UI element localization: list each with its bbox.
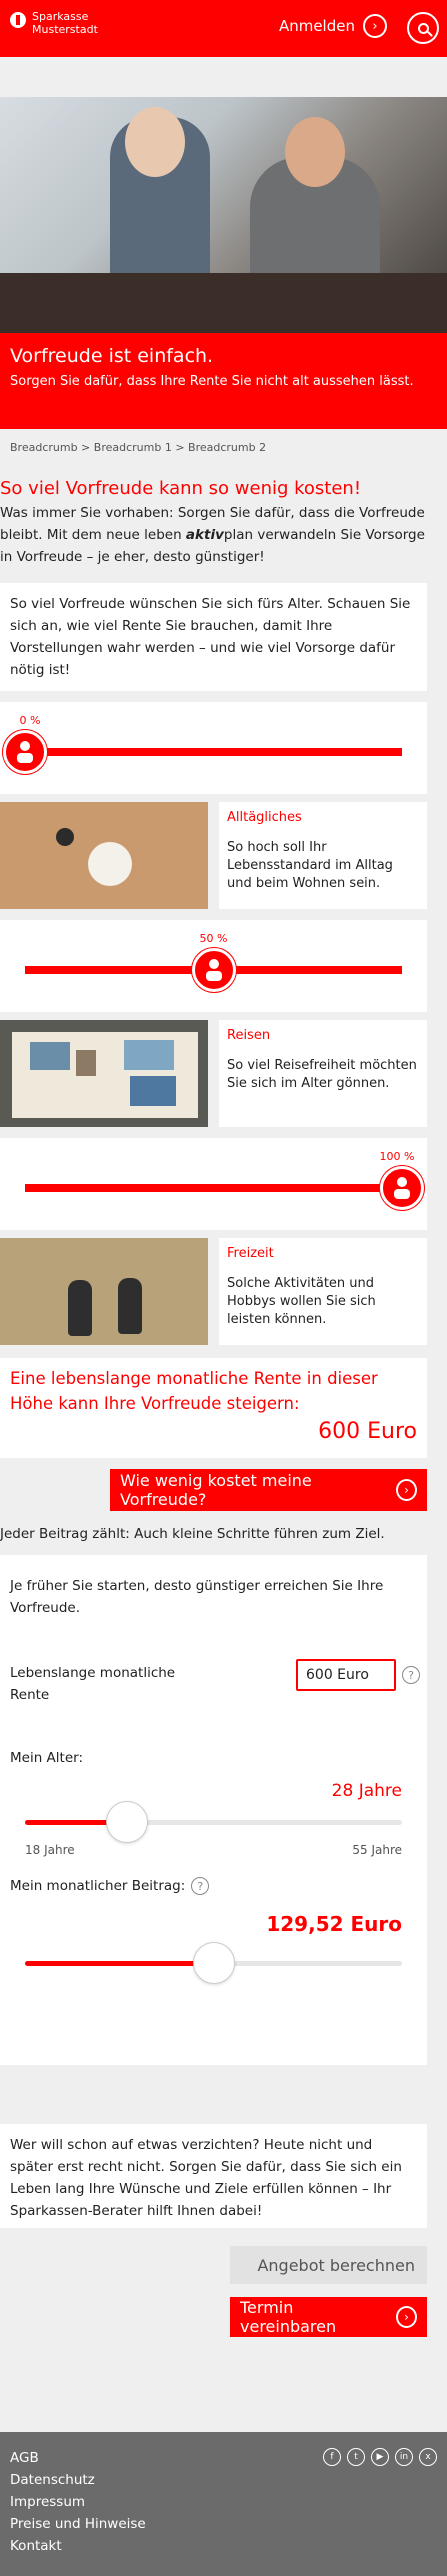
help-icon[interactable]: ? xyxy=(402,1666,420,1684)
contribution-label-row: Mein monatlicher Beitrag: ? xyxy=(10,1877,210,1895)
cost-cta-button[interactable]: Wie wenig kostet meine Vorfreude? › xyxy=(110,1469,427,1511)
offer-button[interactable]: Angebot berechnen xyxy=(230,2246,427,2284)
slider-reisen: 50 % xyxy=(0,920,427,1012)
rent-value: 600 Euro xyxy=(318,1419,417,1444)
chevron-right-icon: › xyxy=(363,14,387,38)
age-min-label: 18 Jahre xyxy=(25,1843,75,1857)
hero-subtitle: Sorgen Sie dafür, dass Ihre Rente Sie ni… xyxy=(10,374,414,389)
site-footer: AGB Datenschutz Impressum Preise und Hin… xyxy=(0,2432,447,2576)
slider-handle[interactable] xyxy=(380,1166,424,1210)
twitter-icon[interactable]: t xyxy=(347,2448,365,2466)
page: Sparkasse Musterstadt Anmelden › Vorfreu… xyxy=(0,0,447,2576)
coffee-table-image xyxy=(0,802,208,909)
slider-track xyxy=(25,748,402,756)
age-value: 28 Jahre xyxy=(331,1781,402,1801)
contribution-label: Mein monatlicher Beitrag: xyxy=(10,1878,186,1894)
contribution-note: Jeder Beitrag zählt: Auch kleine Schritt… xyxy=(0,1526,385,1542)
footer-link-impressum[interactable]: Impressum xyxy=(10,2491,437,2513)
chevron-right-icon: › xyxy=(396,1479,417,1501)
logo[interactable]: Sparkasse Musterstadt xyxy=(10,10,98,36)
slider-freizeit: 100 % xyxy=(0,1138,427,1230)
category-title: Freizeit xyxy=(227,1246,274,1261)
rent-result-card: Eine lebenslange monatliche Rente in die… xyxy=(0,1358,427,1458)
category-desc: So viel Reisefreiheit möchten Sie sich i… xyxy=(227,1058,417,1091)
search-button[interactable] xyxy=(407,12,439,44)
contribution-slider[interactable] xyxy=(25,1942,402,1984)
category-reisen: Reisen So viel Reisefreiheit möchten Sie… xyxy=(0,1020,427,1127)
rent-input[interactable]: 600 Euro xyxy=(296,1659,396,1691)
search-icon xyxy=(417,22,429,34)
breadcrumb[interactable]: Breadcrumb > Breadcrumb 1 > Breadcrumb 2 xyxy=(10,441,266,454)
boots-on-sand-image xyxy=(0,1238,208,1345)
rent-title: Eine lebenslange monatliche Rente in die… xyxy=(10,1369,378,1413)
slider-percent-label: 0 % xyxy=(19,714,41,727)
age-slider[interactable] xyxy=(25,1801,402,1843)
aktivplan-emphasis: aktiv xyxy=(185,527,224,543)
appointment-button[interactable]: Termin vereinbaren › xyxy=(230,2297,427,2337)
hero-image xyxy=(0,97,447,333)
category-title: Reisen xyxy=(227,1028,271,1043)
brand-line-2: Musterstadt xyxy=(32,23,98,36)
site-header: Sparkasse Musterstadt Anmelden › xyxy=(0,0,447,57)
category-desc: Solche Aktivitäten und Hobbys wollen Sie… xyxy=(227,1276,376,1327)
login-label: Anmelden xyxy=(278,17,355,35)
outro-text: Wer will schon auf etwas verzichten? Heu… xyxy=(10,2137,402,2219)
hero-title: Vorfreude ist einfach. xyxy=(10,345,214,367)
slider-handle[interactable] xyxy=(191,948,236,992)
slider-alltag: 0 % xyxy=(0,702,427,794)
slider-percent-label: 50 % xyxy=(199,932,228,945)
contribution-slider-handle[interactable] xyxy=(192,1942,235,1984)
appointment-label: Termin vereinbaren xyxy=(240,2298,337,2336)
hero-banner: Vorfreude ist einfach. Sorgen Sie dafür,… xyxy=(0,333,447,429)
help-icon[interactable]: ? xyxy=(191,1877,210,1895)
footer-link-kontakt[interactable]: Kontakt xyxy=(10,2535,437,2557)
category-freizeit: Freizeit Solche Aktivitäten und Hobbys w… xyxy=(0,1238,427,1345)
contribution-slider-fill xyxy=(25,1961,214,1966)
intro-title: So viel Vorfreude kann so wenig kosten! xyxy=(0,478,362,499)
xing-icon[interactable]: x xyxy=(419,2448,437,2466)
login-button[interactable]: Anmelden › xyxy=(279,14,387,38)
slider-handle[interactable] xyxy=(3,730,47,774)
category-alltag: Alltägliches So hoch soll Ihr Lebensstan… xyxy=(0,802,427,909)
cost-cta-label: Wie wenig kostet meine Vorfreude? xyxy=(120,1471,312,1509)
slider-percent-label: 100 % xyxy=(379,1150,415,1163)
age-label: Mein Alter: xyxy=(10,1750,83,1766)
footer-link-datenschutz[interactable]: Datenschutz xyxy=(10,2469,437,2491)
wish-text: So viel Vorfreude wünschen Sie sich fürs… xyxy=(10,596,411,678)
calculator-intro: Je früher Sie starten, desto günstiger e… xyxy=(10,1578,384,1616)
category-desc: So hoch soll Ihr Lebensstandard im Allta… xyxy=(227,840,393,891)
outro-card: Wer will schon auf etwas verzichten? Heu… xyxy=(0,2124,427,2228)
rent-field-label: Lebenslange monatliche Rente xyxy=(10,1665,176,1703)
sparkasse-logo-icon xyxy=(10,12,26,28)
contribution-value: 129,52 Euro xyxy=(266,1912,402,1936)
slider-track xyxy=(25,1184,402,1192)
calculator-card: Je früher Sie starten, desto günstiger e… xyxy=(0,1555,427,2065)
youtube-icon[interactable]: ▶ xyxy=(371,2448,389,2466)
footer-link-preise[interactable]: Preise und Hinweise xyxy=(10,2513,437,2535)
brand-line-1: Sparkasse xyxy=(32,10,89,23)
intro-text: Was immer Sie vorhaben: Sorgen Sie dafür… xyxy=(0,505,425,565)
facebook-icon[interactable]: f xyxy=(323,2448,341,2466)
chevron-right-icon: › xyxy=(396,2306,417,2328)
social-links: f t ▶ in x xyxy=(323,2448,437,2466)
linkedin-icon[interactable]: in xyxy=(395,2448,413,2466)
photo-album-image xyxy=(0,1020,208,1127)
wish-card: So viel Vorfreude wünschen Sie sich fürs… xyxy=(0,583,427,691)
age-max-label: 55 Jahre xyxy=(352,1843,402,1857)
category-title: Alltägliches xyxy=(227,810,302,825)
age-slider-handle[interactable] xyxy=(105,1801,148,1843)
